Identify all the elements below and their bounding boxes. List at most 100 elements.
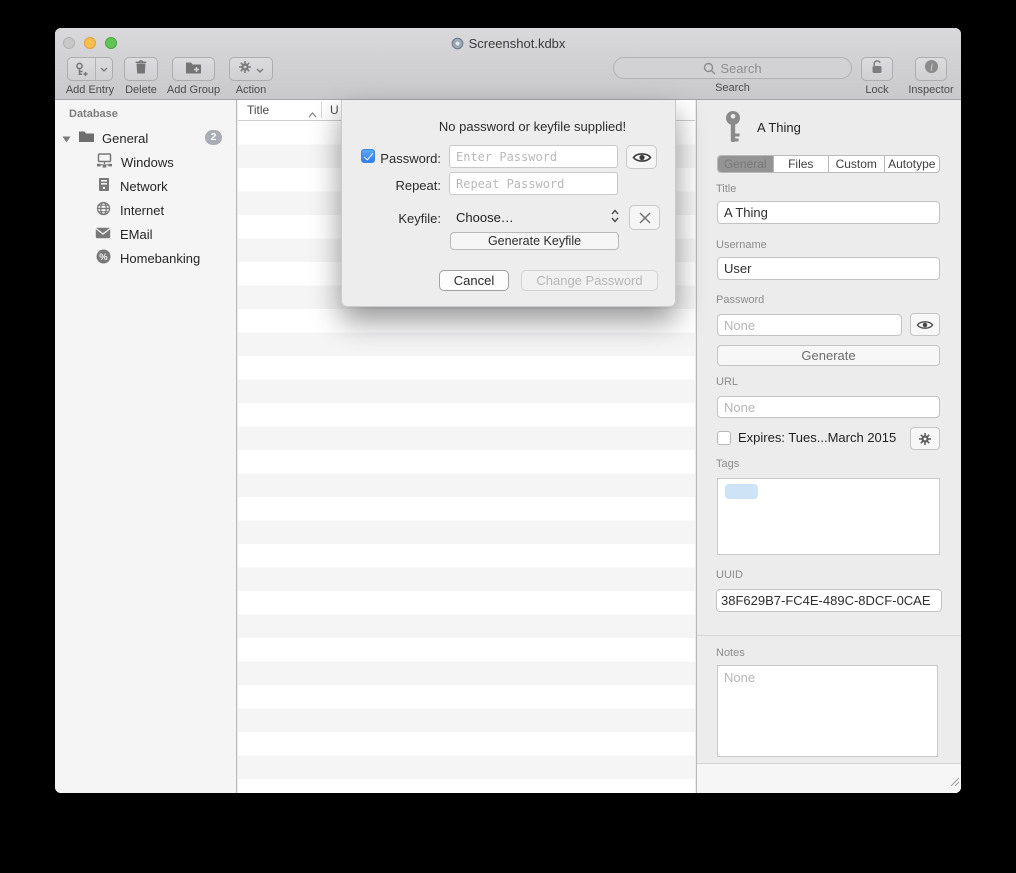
sidebar-item-homebanking[interactable]: % Homebanking [55, 246, 236, 270]
lock-toolbar-item: Lock [855, 57, 899, 96]
window-title: Screenshot.kdbx [469, 36, 566, 51]
disclosure-triangle-icon[interactable] [62, 131, 71, 146]
reveal-password-button[interactable] [910, 313, 940, 336]
sidebar-item-label: EMail [120, 227, 153, 242]
info-icon: i [924, 59, 939, 79]
windows-icon [96, 153, 113, 171]
delete-button[interactable] [124, 57, 158, 81]
stepper-icon [611, 209, 619, 226]
close-icon [639, 212, 651, 224]
expires-checkbox[interactable] [717, 431, 731, 445]
password-checkbox[interactable] [361, 149, 375, 163]
clear-keyfile-button[interactable] [629, 205, 660, 230]
eye-icon [916, 319, 934, 331]
trash-icon [134, 59, 148, 80]
enter-password-input[interactable] [449, 145, 618, 168]
tags-label: Tags [716, 458, 739, 470]
svg-text:i: i [930, 62, 933, 73]
tab-autotype[interactable]: Autotype [885, 156, 940, 172]
keyfile-popup[interactable]: Choose… [449, 205, 619, 229]
key-icon [722, 110, 744, 149]
lock-button[interactable] [861, 57, 893, 81]
username-field[interactable] [717, 257, 940, 280]
password-label: Password: [376, 151, 441, 166]
uuid-field[interactable] [716, 589, 942, 612]
sidebar-item-label: Internet [120, 203, 164, 218]
uuid-label: UUID [716, 569, 743, 581]
gear-icon [238, 60, 252, 79]
server-icon [98, 177, 110, 195]
tags-box[interactable] [717, 478, 940, 555]
search-icon [703, 62, 716, 75]
percent-circle-icon: % [96, 249, 111, 267]
chevron-down-icon [256, 60, 264, 78]
inspector-toolbar-item: i Inspector [903, 57, 959, 96]
key-plus-icon [68, 58, 95, 80]
action-button[interactable] [229, 57, 273, 81]
window-chrome: Screenshot.kdbx Add Entry Delete Add Gro… [55, 28, 961, 100]
tab-custom[interactable]: Custom [829, 156, 885, 172]
entry-title: A Thing [757, 120, 801, 135]
sidebar-item-label: Windows [121, 155, 174, 170]
url-field[interactable] [717, 396, 940, 418]
divider [697, 635, 961, 636]
password-field[interactable] [717, 314, 902, 336]
generate-password-button[interactable]: Generate [717, 345, 940, 366]
inspector-tabs: General Files Custom Autotype [717, 155, 940, 173]
svg-text:%: % [99, 252, 108, 263]
notes-field[interactable] [717, 665, 938, 757]
password-field-label: Password [716, 294, 764, 306]
inspector-button[interactable]: i [915, 57, 947, 81]
inspector-label: Inspector [908, 84, 953, 96]
sidebar-item-label: Homebanking [120, 251, 200, 266]
sidebar: Database General 2 Windows Network Inter… [55, 100, 237, 793]
window-title-bar: Screenshot.kdbx [55, 35, 961, 51]
sidebar-item-network[interactable]: Network [55, 174, 236, 198]
add-entry-label: Add Entry [66, 84, 114, 96]
search-input[interactable]: Search [613, 57, 852, 79]
notes-label: Notes [716, 647, 745, 659]
resize-grip[interactable] [949, 773, 959, 791]
sidebar-item-windows[interactable]: Windows [55, 150, 236, 174]
app-window: Screenshot.kdbx Add Entry Delete Add Gro… [55, 28, 961, 793]
sidebar-item-email[interactable]: EMail [55, 222, 236, 246]
column-header-title[interactable]: Title [247, 103, 269, 117]
change-password-button[interactable]: Change Password [521, 270, 658, 291]
inspector-panel: A Thing General Files Custom Autotype Ti… [696, 100, 961, 793]
add-entry-dropdown-arrow-icon[interactable] [95, 58, 112, 80]
keyfile-label: Keyfile: [362, 211, 441, 226]
document-proxy-icon [451, 37, 464, 50]
keyfile-popup-value: Choose… [449, 210, 514, 225]
delete-toolbar-item: Delete [119, 57, 163, 96]
add-entry-button[interactable] [67, 57, 113, 81]
add-group-button[interactable] [172, 57, 215, 81]
folder-plus-icon [185, 60, 202, 79]
dialog-message: No password or keyfile supplied! [404, 119, 661, 134]
generate-keyfile-button[interactable]: Generate Keyfile [450, 232, 619, 250]
repeat-label: Repeat: [376, 178, 441, 193]
tag-pill[interactable] [725, 484, 758, 499]
tab-general[interactable]: General [718, 156, 774, 172]
envelope-icon [95, 227, 111, 242]
repeat-password-input[interactable] [449, 172, 618, 195]
change-password-dialog: No password or keyfile supplied! Passwor… [341, 100, 676, 307]
sidebar-section-header: Database [69, 108, 118, 120]
lock-icon [870, 59, 884, 79]
title-field[interactable] [717, 201, 940, 224]
sidebar-item-internet[interactable]: Internet [55, 198, 236, 222]
column-header-username[interactable]: U [330, 103, 339, 117]
eye-icon [632, 151, 652, 164]
expires-label: Expires: Tues...March 2015 [738, 430, 896, 445]
search-placeholder: Search [720, 61, 761, 76]
sidebar-item-label: Network [120, 179, 168, 194]
sidebar-item-general[interactable]: General 2 [55, 126, 236, 150]
cancel-button[interactable]: Cancel [439, 270, 509, 291]
action-toolbar-item: Action [227, 57, 275, 96]
show-password-button[interactable] [626, 145, 657, 169]
tab-files[interactable]: Files [774, 156, 830, 172]
expires-settings-button[interactable] [910, 427, 940, 450]
inspector-footer [697, 763, 961, 793]
title-field-label: Title [716, 183, 736, 195]
column-divider[interactable] [321, 102, 322, 118]
sidebar-item-label: General [102, 131, 148, 146]
